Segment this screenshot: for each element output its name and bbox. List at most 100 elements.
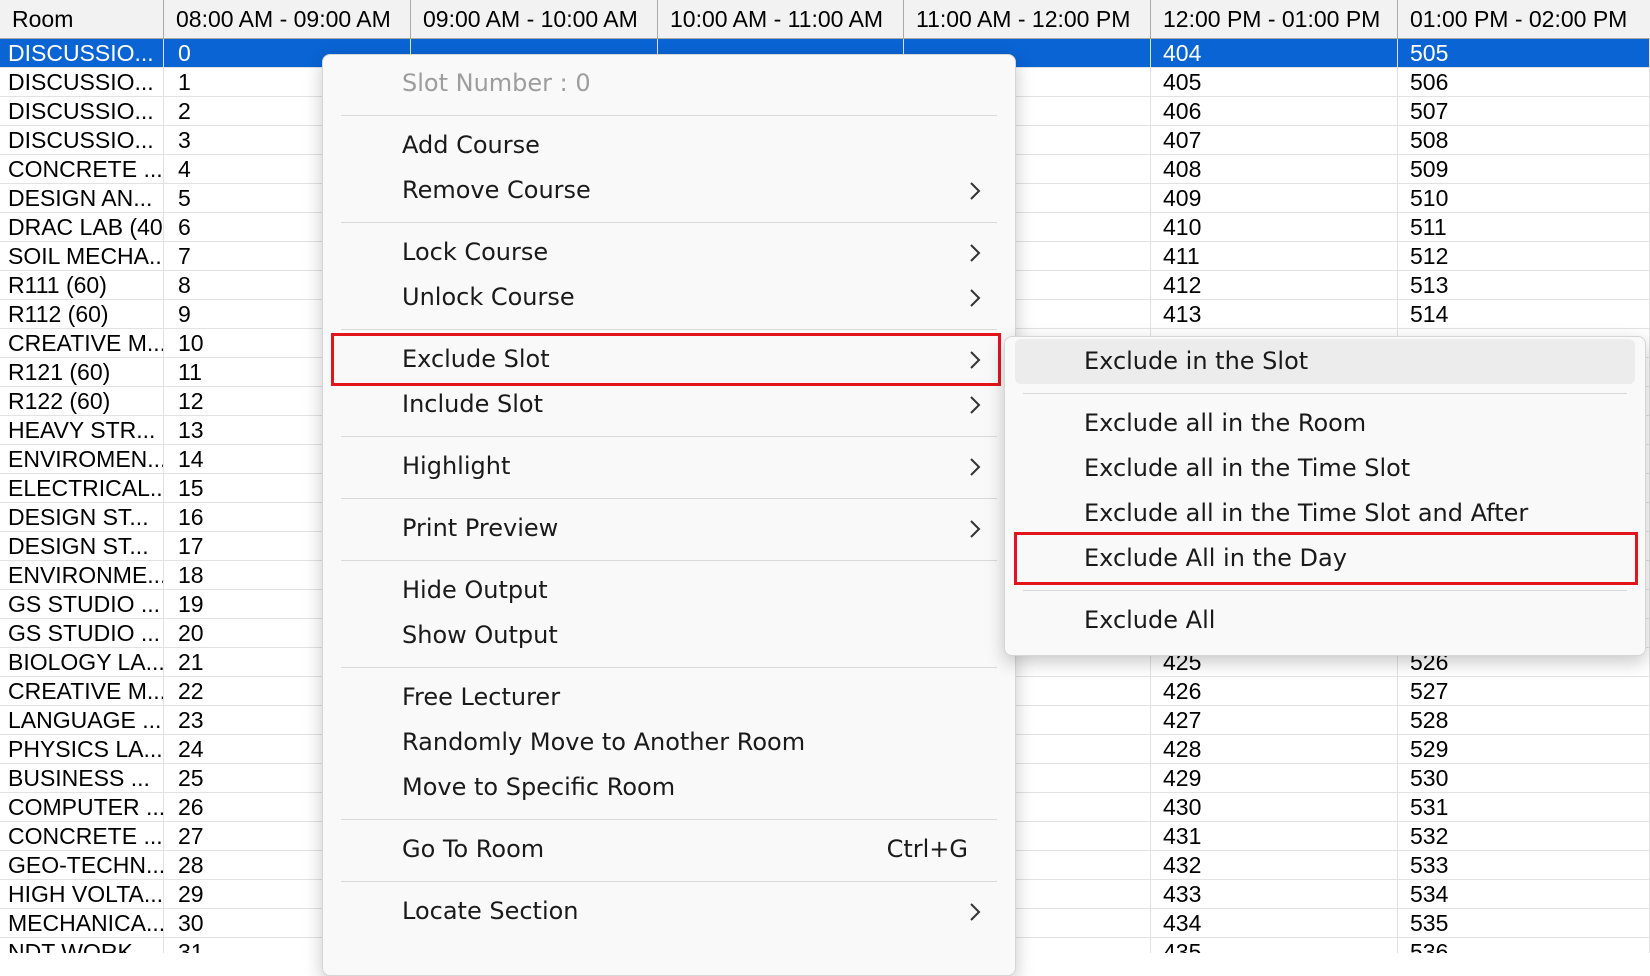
slot-cell[interactable]: 433 (1151, 880, 1398, 909)
menu-item-add-course[interactable]: Add Course (333, 123, 1003, 168)
slot-cell[interactable]: 527 (1398, 677, 1650, 706)
slot-cell[interactable]: 412 (1151, 271, 1398, 300)
slot-cell[interactable]: 507 (1398, 97, 1650, 126)
room-cell[interactable]: R121 (60) (0, 358, 164, 387)
room-cell[interactable]: CONCRETE ... (0, 822, 164, 851)
room-cell[interactable]: DRAC LAB (40) (0, 213, 164, 242)
menu-item-move-to-specific-room[interactable]: Move to Specific Room (333, 765, 1003, 810)
room-cell[interactable]: COMPUTER ... (0, 793, 164, 822)
slot-cell[interactable]: 431 (1151, 822, 1398, 851)
slot-cell[interactable]: 506 (1398, 68, 1650, 97)
room-cell[interactable]: GEO-TECHN... (0, 851, 164, 880)
room-cell[interactable]: R122 (60) (0, 387, 164, 416)
slot-cell[interactable]: 508 (1398, 126, 1650, 155)
menu-item-hide-output[interactable]: Hide Output (333, 568, 1003, 613)
menu-item-exclude-slot[interactable]: Exclude Slot (333, 337, 1003, 382)
menu-item-exclude-all[interactable]: Exclude All (1015, 598, 1635, 643)
room-cell[interactable]: DISCUSSIO... (0, 126, 164, 155)
menu-item-print-preview[interactable]: Print Preview (333, 506, 1003, 551)
slot-cell[interactable]: 432 (1151, 851, 1398, 880)
slot-cell[interactable]: 429 (1151, 764, 1398, 793)
room-cell[interactable]: ENVIROMEN... (0, 445, 164, 474)
room-cell[interactable]: DESIGN AN... (0, 184, 164, 213)
slot-cell[interactable]: 512 (1398, 242, 1650, 271)
room-cell[interactable]: DISCUSSIO... (0, 97, 164, 126)
room-cell[interactable]: DISCUSSIO... (0, 68, 164, 97)
slot-cell[interactable]: 430 (1151, 793, 1398, 822)
slot-cell[interactable]: 509 (1398, 155, 1650, 184)
room-cell[interactable]: CREATIVE M... (0, 329, 164, 358)
slot-cell[interactable]: 426 (1151, 677, 1398, 706)
slot-cell[interactable]: 411 (1151, 242, 1398, 271)
menu-item-exclude-in-the-slot[interactable]: Exclude in the Slot (1015, 339, 1635, 384)
slot-cell[interactable]: 413 (1151, 300, 1398, 329)
slot-cell[interactable]: 535 (1398, 909, 1650, 938)
column-header-slot-2[interactable]: 09:00 AM - 10:00 AM (411, 0, 658, 38)
slot-cell[interactable]: 514 (1398, 300, 1650, 329)
room-cell[interactable]: ELECTRICAL... (0, 474, 164, 503)
slot-cell[interactable]: 530 (1398, 764, 1650, 793)
room-cell[interactable]: R111 (60) (0, 271, 164, 300)
room-cell[interactable]: DESIGN ST... (0, 503, 164, 532)
room-cell[interactable]: BIOLOGY LA... (0, 648, 164, 677)
slot-cell[interactable]: 533 (1398, 851, 1650, 880)
menu-item-exclude-all-in-the-room[interactable]: Exclude all in the Room (1015, 401, 1635, 446)
slot-cell[interactable]: 408 (1151, 155, 1398, 184)
slot-cell[interactable]: 407 (1151, 126, 1398, 155)
slot-cell[interactable]: 409 (1151, 184, 1398, 213)
slot-cell[interactable]: 435 (1151, 938, 1398, 953)
slot-cell[interactable]: 513 (1398, 271, 1650, 300)
slot-cell[interactable]: 531 (1398, 793, 1650, 822)
column-header-slot-6[interactable]: 01:00 PM - 02:00 PM (1398, 0, 1650, 38)
room-cell[interactable]: PHYSICS LA... (0, 735, 164, 764)
room-cell[interactable]: CREATIVE M... (0, 677, 164, 706)
slot-cell[interactable]: 528 (1398, 706, 1650, 735)
room-cell[interactable]: GS STUDIO ... (0, 619, 164, 648)
room-cell[interactable]: HEAVY STR... (0, 416, 164, 445)
menu-item-lock-course[interactable]: Lock Course (333, 230, 1003, 275)
column-header-slot-3[interactable]: 10:00 AM - 11:00 AM (658, 0, 904, 38)
room-cell[interactable]: ENVIRONME... (0, 561, 164, 590)
room-cell[interactable]: R112 (60) (0, 300, 164, 329)
slot-cell[interactable]: 532 (1398, 822, 1650, 851)
menu-item-exclude-all-in-the-time-slot[interactable]: Exclude all in the Time Slot (1015, 446, 1635, 491)
menu-item-exclude-all-in-the-time-slot-and-after[interactable]: Exclude all in the Time Slot and After (1015, 491, 1635, 536)
column-header-slot-1[interactable]: 08:00 AM - 09:00 AM (164, 0, 411, 38)
menu-item-go-to-room[interactable]: Go To Room Ctrl+G (333, 827, 1003, 872)
column-header-slot-4[interactable]: 11:00 AM - 12:00 PM (904, 0, 1151, 38)
slot-cell[interactable]: 510 (1398, 184, 1650, 213)
slot-cell[interactable]: 529 (1398, 735, 1650, 764)
room-cell[interactable]: BUSINESS ... (0, 764, 164, 793)
menu-item-free-lecturer[interactable]: Free Lecturer (333, 675, 1003, 720)
menu-item-remove-course[interactable]: Remove Course (333, 168, 1003, 213)
room-cell[interactable]: MECHANICA... (0, 909, 164, 938)
room-cell[interactable]: DESIGN ST... (0, 532, 164, 561)
slot-cell[interactable]: 534 (1398, 880, 1650, 909)
slot-cell[interactable]: 511 (1398, 213, 1650, 242)
room-cell[interactable]: LANGUAGE ... (0, 706, 164, 735)
slot-cell[interactable]: 404 (1151, 39, 1398, 68)
room-cell[interactable]: HIGH VOLTA... (0, 880, 164, 909)
menu-item-include-slot[interactable]: Include Slot (333, 382, 1003, 427)
menu-item-unlock-course[interactable]: Unlock Course (333, 275, 1003, 320)
slot-cell[interactable]: 427 (1151, 706, 1398, 735)
room-cell[interactable]: GS STUDIO ... (0, 590, 164, 619)
slot-cell[interactable]: 410 (1151, 213, 1398, 242)
menu-item-show-output[interactable]: Show Output (333, 613, 1003, 658)
menu-item-randomly-move-to-another-room[interactable]: Randomly Move to Another Room (333, 720, 1003, 765)
slot-cell[interactable]: 536 (1398, 938, 1650, 953)
slot-cell[interactable]: 434 (1151, 909, 1398, 938)
column-header-room[interactable]: Room (0, 0, 164, 38)
room-cell[interactable]: CONCRETE ... (0, 155, 164, 184)
room-cell[interactable]: NDT WORK... (0, 938, 164, 953)
menu-item-locate-section[interactable]: Locate Section (333, 889, 1003, 934)
slot-cell[interactable]: 505 (1398, 39, 1650, 68)
slot-cell[interactable]: 406 (1151, 97, 1398, 126)
slot-cell[interactable]: 405 (1151, 68, 1398, 97)
menu-item-exclude-all-in-the-day[interactable]: Exclude All in the Day (1015, 536, 1635, 581)
room-cell[interactable]: DISCUSSIO... (0, 39, 164, 68)
slot-cell[interactable]: 428 (1151, 735, 1398, 764)
room-cell[interactable]: SOIL MECHA... (0, 242, 164, 271)
menu-item-highlight[interactable]: Highlight (333, 444, 1003, 489)
column-header-slot-5[interactable]: 12:00 PM - 01:00 PM (1151, 0, 1398, 38)
